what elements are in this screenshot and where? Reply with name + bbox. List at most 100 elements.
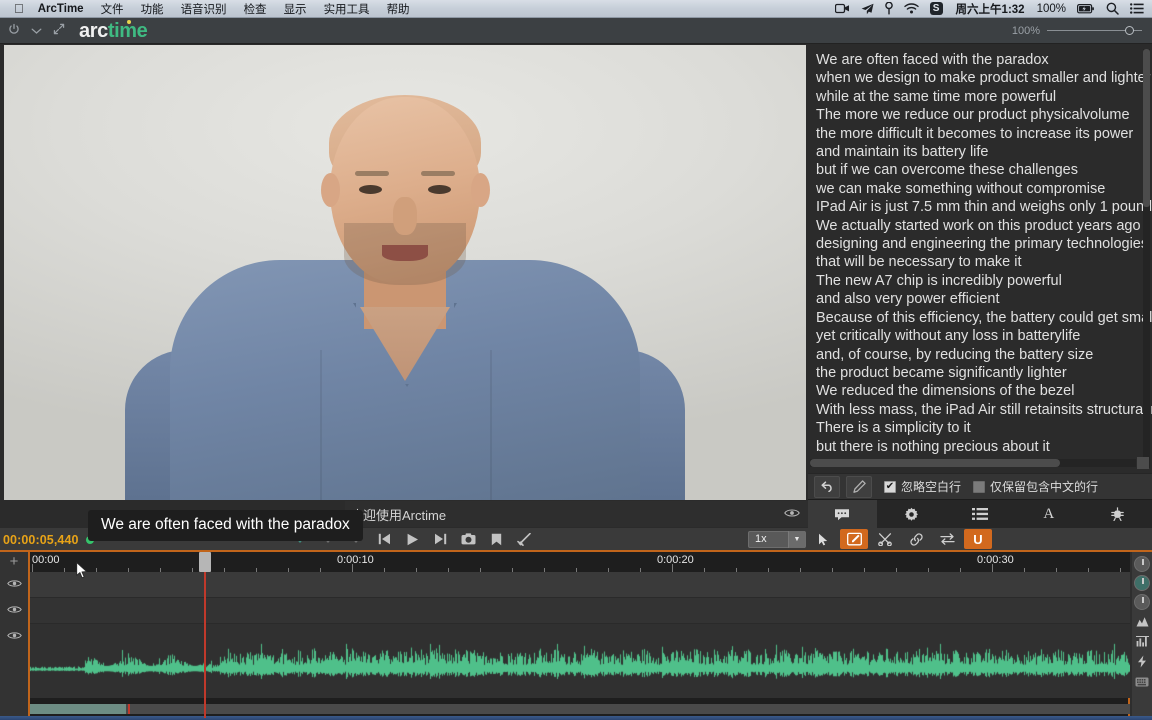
list-item[interactable]: IPad Air is just 7.5 mm thin and weighs … [816,198,1152,216]
video-camera-icon[interactable] [834,3,850,14]
project-tab-welcome[interactable]: 欢迎使用Arctime [345,501,808,527]
menu-item-arctime[interactable]: ArcTime [38,3,84,15]
eye-icon[interactable] [784,507,800,521]
pencil-icon[interactable] [846,475,872,498]
system-clock[interactable]: 周六上午1:32 [956,1,1025,17]
edit-tool-icon[interactable] [840,529,868,549]
next-frame-icon[interactable] [426,528,454,550]
previous-frame-icon[interactable] [370,528,398,550]
track-visibility-toggle-3[interactable] [0,624,28,650]
subtitle-text-panel[interactable]: We are often faced with the paradox when… [808,45,1152,472]
zoom-slider-knob[interactable] [1125,26,1134,35]
select-tool-icon[interactable] [809,529,837,549]
tab-subtitles[interactable] [808,500,877,528]
sogou-ime-icon[interactable]: S [929,2,943,15]
list-item[interactable]: The more we reduce our product physicalv… [816,106,1152,124]
list-item[interactable]: There is a simplicity to it [816,419,1152,437]
energy-icon[interactable] [1137,653,1147,670]
pitch-knob[interactable] [1134,575,1150,591]
list-item[interactable]: We actually started work on this product… [816,217,1152,235]
checkbox-checked-icon[interactable]: ✔ [884,480,896,493]
power-icon[interactable] [8,23,20,38]
expand-arrows-icon[interactable] [53,23,65,38]
video-preview[interactable] [4,45,806,500]
list-item[interactable]: the product became significantly lighter [816,364,1152,382]
swap-tool-icon[interactable] [933,529,961,549]
timeline-tracks[interactable]: Arctime arctime.org [30,572,1130,698]
menu-item-help[interactable]: 帮助 [387,1,410,17]
magic-wand-icon[interactable] [510,528,538,550]
vertical-scrollbar-thumb[interactable] [1143,49,1150,207]
pin-icon[interactable] [884,2,893,15]
track-visibility-toggle-2[interactable] [0,598,28,624]
list-item[interactable]: but if we can overcome these challenges [816,161,1152,179]
list-item[interactable]: Because of this efficiency, the battery … [816,309,1152,327]
timeline-body[interactable]: 00:00 0:00:10 0:00:20 0:00:30 Arctime ar… [28,552,1130,718]
link-tool-icon[interactable] [902,529,930,549]
vertical-scrollbar[interactable] [1143,49,1150,468]
apple-icon[interactable]:  [14,2,24,15]
undo-icon[interactable] [814,475,840,498]
wifi-icon[interactable] [903,3,919,14]
track-visibility-toggle-1[interactable] [0,572,28,598]
tab-list[interactable] [946,500,1015,528]
timeline-panel[interactable]: + 00:00 0:00:10 0:00:20 0:00:30 [0,550,1152,718]
tab-settings[interactable] [877,500,946,528]
list-item[interactable]: and maintain its battery life [816,143,1152,161]
horizontal-scrollbar-thumb[interactable] [810,459,1060,467]
list-item[interactable]: we can make something without compromise [816,180,1152,198]
list-item[interactable]: With less mass, the iPad Air still retai… [816,401,1152,419]
battery-charging-icon[interactable] [1077,3,1095,14]
list-item[interactable]: and, of course, by reducing the battery … [816,346,1152,364]
list-item[interactable]: but there is nothing precious about it [816,438,1152,456]
keep-chinese-lines-checkbox[interactable]: 仅保留包含中文的行 [973,478,1098,495]
subtitle-line-list[interactable]: We are often faced with the paradox when… [808,45,1152,456]
cut-tool-icon[interactable] [871,529,899,549]
audio-waveform-track[interactable]: Arctime arctime.org [30,624,1130,698]
timeline-ruler[interactable]: 00:00 0:00:10 0:00:20 0:00:30 [30,552,1130,572]
menu-item-function[interactable]: 功能 [141,1,164,17]
waveform-icon[interactable] [1136,613,1149,630]
battery-percent-label[interactable]: 100% [1037,3,1066,15]
menu-item-tools[interactable]: 实用工具 [324,1,370,17]
timeline-scroll-strip[interactable] [30,704,1130,714]
menu-item-display[interactable]: 显示 [284,1,307,17]
bookmark-icon[interactable] [482,528,510,550]
control-center-icon[interactable] [1130,3,1144,14]
play-icon[interactable] [398,528,426,550]
list-item[interactable]: and also very power efficient [816,290,1152,308]
playhead-handle[interactable] [199,552,211,572]
list-item[interactable]: when we design to make product smaller a… [816,69,1152,87]
spectrum-icon[interactable] [1135,633,1149,650]
list-item[interactable]: yet critically without any loss in batte… [816,327,1152,345]
tab-font[interactable]: A [1014,500,1083,528]
zoom-slider[interactable] [1047,26,1142,35]
magnet-tool-icon[interactable]: U [964,529,992,549]
volume-knob[interactable] [1134,556,1150,572]
menu-item-speech-recognition[interactable]: 语音识别 [181,1,227,17]
list-item[interactable]: designing and engineering the primary te… [816,235,1152,253]
list-item[interactable]: We are often faced with the paradox [816,51,1152,69]
horizontal-scrollbar[interactable] [810,459,1136,467]
list-item[interactable]: the more difficult it becomes to increas… [816,125,1152,143]
snapshot-icon[interactable] [454,528,482,550]
menu-item-check[interactable]: 检查 [244,1,267,17]
tab-robot[interactable] [1083,500,1152,528]
chevron-down-icon[interactable]: ▼ [788,530,805,548]
plus-icon[interactable]: + [0,552,28,572]
playback-speed-select[interactable]: 1x ▼ [748,530,806,548]
list-item[interactable]: The new A7 chip is incredibly powerful [816,272,1152,290]
search-icon[interactable] [1106,2,1119,15]
balance-knob[interactable] [1134,594,1150,610]
chevron-down-icon[interactable] [31,24,42,38]
timeline-scroll-thumb[interactable] [30,704,126,714]
keyboard-icon[interactable] [1135,673,1149,690]
subtitle-track-1[interactable] [30,572,1130,598]
subtitle-track-2[interactable] [30,598,1130,624]
list-item[interactable]: while at the same time more powerful [816,88,1152,106]
list-item[interactable]: that will be necessary to make it [816,253,1152,271]
list-item[interactable]: We reduced the dimensions of the bezel [816,382,1152,400]
menu-item-file[interactable]: 文件 [101,1,124,17]
ignore-blank-lines-checkbox[interactable]: ✔ 忽略空白行 [884,478,961,495]
checkbox-unchecked-icon[interactable] [973,480,986,493]
